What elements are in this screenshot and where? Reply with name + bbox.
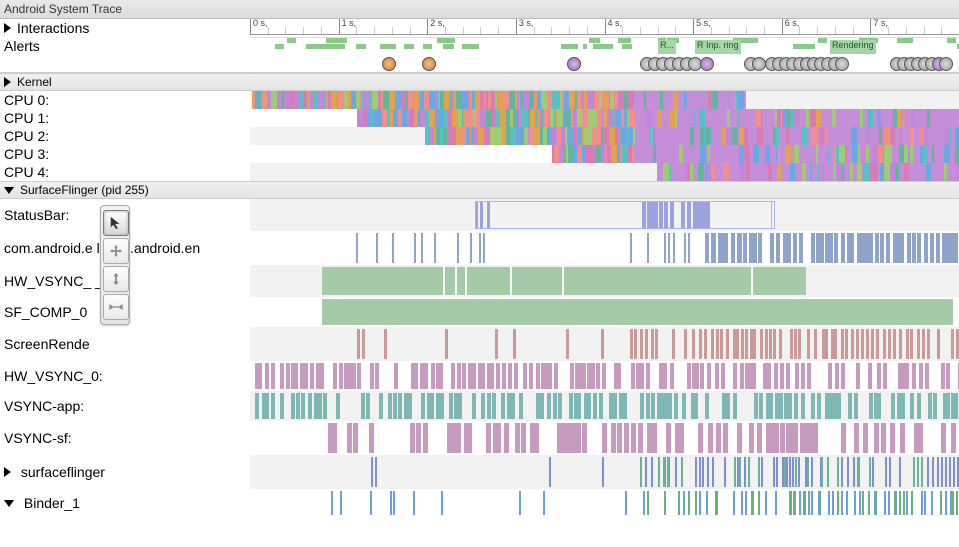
track-label: VSYNC-sf: — [0, 421, 250, 455]
track-row: VSYNC-app: — [0, 391, 959, 421]
track-label: surfaceflinger — [0, 455, 250, 489]
expand-icon[interactable] — [4, 23, 11, 33]
expand-icon[interactable] — [4, 467, 11, 477]
kernel-section-header[interactable]: Kernel — [0, 73, 959, 91]
row-interactions: Interactions 0 s,1 s,2 s,3 s,4 s,5 s,6 s… — [0, 19, 959, 37]
zoom-tool[interactable] — [103, 266, 129, 292]
track-label: ScreenRende — [0, 327, 250, 361]
track-label: HW_VSYNC_0: — [0, 361, 250, 391]
cpu-row: CPU 1: — [0, 109, 959, 127]
track-row: HW_VSYNC_0: — [0, 361, 959, 391]
track-row: com.android.e l/com.android.en — [0, 231, 959, 265]
alert-marker[interactable] — [422, 57, 436, 71]
alert-marker[interactable] — [382, 57, 396, 71]
cpu-label: CPU 2: — [0, 127, 250, 145]
track[interactable] — [250, 421, 959, 455]
surfaceflinger-section-header[interactable]: SurfaceFlinger (pid 255) — [0, 181, 959, 199]
track-row: ScreenRende — [0, 327, 959, 361]
row-overview: Alerts R...RenderingInp.Rendering — [0, 37, 959, 55]
alerts-label: Alerts — [0, 37, 250, 55]
track-row: SF_COMP_0 — [0, 297, 959, 327]
track-row: VSYNC-sf: — [0, 421, 959, 455]
collapse-icon[interactable] — [4, 187, 14, 194]
track[interactable] — [250, 361, 959, 391]
track[interactable] — [250, 231, 959, 265]
title-bar: Android System Trace — [0, 0, 959, 19]
alert-marker[interactable] — [567, 57, 581, 71]
cpu-label: CPU 0: — [0, 91, 250, 109]
collapse-icon[interactable] — [4, 500, 14, 507]
row-alerts — [0, 55, 959, 73]
cpu-row: CPU 3: — [0, 145, 959, 163]
cpu-track[interactable] — [250, 145, 959, 163]
track-label: VSYNC-app: — [0, 391, 250, 421]
pan-tool[interactable] — [103, 238, 129, 264]
track-row: StatusBar: — [0, 199, 959, 231]
cpu-track[interactable] — [250, 91, 959, 109]
alerts-track[interactable] — [250, 55, 959, 72]
track-row: surfaceflinger — [0, 455, 959, 489]
app-title: Android System Trace — [4, 2, 122, 16]
track-label: Binder_1 — [0, 489, 250, 517]
overview-track[interactable]: R...RenderingInp.Rendering — [250, 37, 959, 55]
alert-marker[interactable] — [752, 57, 766, 71]
alert-marker[interactable] — [700, 57, 714, 71]
cpu-track[interactable] — [250, 109, 959, 127]
cpu-track[interactable] — [250, 127, 959, 145]
trace-view: Interactions 0 s,1 s,2 s,3 s,4 s,5 s,6 s… — [0, 19, 959, 517]
track-row: Binder_1 — [0, 489, 959, 517]
track[interactable] — [250, 455, 959, 489]
cpu-track[interactable] — [250, 163, 959, 181]
alert-marker[interactable] — [939, 57, 953, 71]
cpu-label: CPU 1: — [0, 109, 250, 127]
cpu-row: CPU 4: — [0, 163, 959, 181]
interactions-label[interactable]: Interactions — [0, 19, 250, 37]
track[interactable] — [250, 327, 959, 361]
select-tool[interactable] — [103, 210, 129, 236]
cpu-label: CPU 4: — [0, 163, 250, 181]
tool-palette — [100, 205, 130, 325]
track[interactable] — [250, 199, 959, 231]
track[interactable] — [250, 489, 959, 517]
timing-tool[interactable] — [103, 294, 129, 320]
cpu-label: CPU 3: — [0, 145, 250, 163]
cpu-row: CPU 0: — [0, 91, 959, 109]
track[interactable] — [250, 297, 959, 327]
alert-marker[interactable] — [835, 57, 849, 71]
track-row: HW_VSYNC_ _0: — [0, 265, 959, 297]
time-ruler[interactable]: 0 s,1 s,2 s,3 s,4 s,5 s,6 s,7 s, — [250, 19, 959, 37]
track[interactable] — [250, 265, 959, 297]
track[interactable] — [250, 391, 959, 421]
cpu-row: CPU 2: — [0, 127, 959, 145]
expand-icon[interactable] — [4, 77, 11, 87]
